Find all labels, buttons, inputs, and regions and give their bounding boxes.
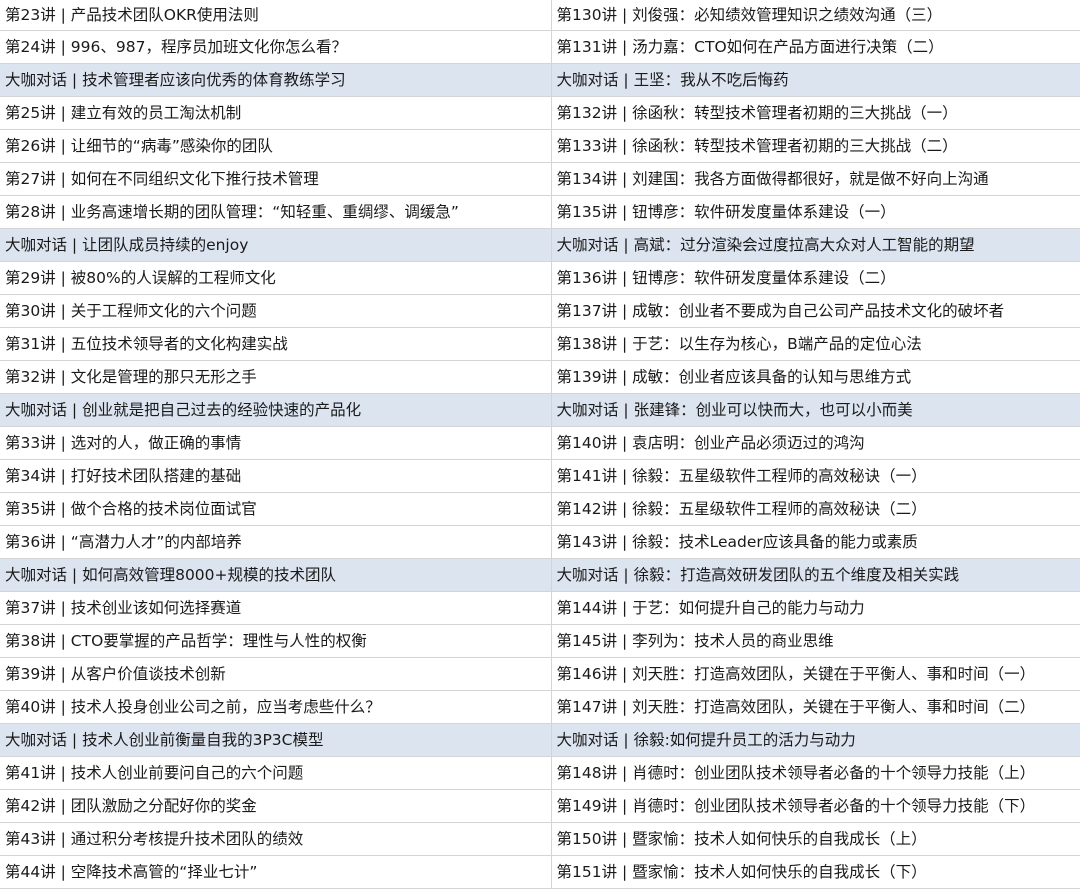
table-row: 第32讲 | 文化是管理的那只无形之手 第139讲 | 成敏：创业者应该具备的认知… bbox=[0, 360, 1080, 394]
lecture-title-right: 第143讲 | 徐毅：技术Leader应该具备的能力或素质 bbox=[551, 525, 1080, 559]
lecture-title-right: 第136讲 | 钮博彦：软件研发度量体系建设（二） bbox=[551, 261, 1080, 295]
lecture-title-right: 第131讲 | 汤力嘉：CTO如何在产品方面进行决策（二） bbox=[551, 30, 1080, 64]
lecture-title-right: 第141讲 | 徐毅：五星级软件工程师的高效秘诀（一） bbox=[551, 459, 1080, 493]
table-row: 第26讲 | 让细节的“病毒”感染你的团队 第133讲 | 徐函秋：转型技术管理者… bbox=[0, 129, 1080, 163]
lecture-title-left: 第36讲 | “高潜力人才”的内部培养 bbox=[0, 525, 552, 559]
table-row: 第30讲 | 关于工程师文化的六个问题 第137讲 | 成敏：创业者不要成为自己公… bbox=[0, 294, 1080, 328]
table-row: 第43讲 | 通过积分考核提升技术团队的绩效 第150讲 | 暨家愉：技术人如何快… bbox=[0, 822, 1080, 856]
lecture-title-left: 第30讲 | 关于工程师文化的六个问题 bbox=[0, 294, 552, 328]
lecture-title-right: 第151讲 | 暨家愉：技术人如何快乐的自我成长（下） bbox=[551, 855, 1080, 889]
lecture-title-left: 大咖对话 | 技术管理者应该向优秀的体育教练学习 bbox=[0, 63, 552, 97]
lecture-title-right: 第149讲 | 肖德时：创业团队技术领导者必备的十个领导力技能（下） bbox=[551, 789, 1080, 823]
lecture-title-right: 第132讲 | 徐函秋：转型技术管理者初期的三大挑战（一） bbox=[551, 96, 1080, 130]
lecture-title-left: 第29讲 | 被80%的人误解的工程师文化 bbox=[0, 261, 552, 295]
lecture-title-left: 第34讲 | 打好技术团队搭建的基础 bbox=[0, 459, 552, 493]
table-row-featured: 大咖对话 | 技术管理者应该向优秀的体育教练学习 大咖对话 | 王坚：我从不吃后悔… bbox=[0, 63, 1080, 97]
lecture-title-right: 第139讲 | 成敏：创业者应该具备的认知与思维方式 bbox=[551, 360, 1080, 394]
lecture-title-right: 第147讲 | 刘天胜：打造高效团队，关键在于平衡人、事和时间（二） bbox=[551, 690, 1080, 724]
lecture-title-right: 大咖对话 | 张建锋：创业可以快而大，也可以小而美 bbox=[551, 393, 1080, 427]
lecture-title-left: 第41讲 | 技术人创业前要问自己的六个问题 bbox=[0, 756, 552, 790]
lecture-title-left: 第27讲 | 如何在不同组织文化下推行技术管理 bbox=[0, 162, 552, 196]
table-row: 第40讲 | 技术人投身创业公司之前，应当考虑些什么？ 第147讲 | 刘天胜：打… bbox=[0, 690, 1080, 724]
table-row: 第31讲 | 五位技术领导者的文化构建实战 第138讲 | 于艺：以生存为核心，B… bbox=[0, 327, 1080, 361]
table-row: 第28讲 | 业务高速增长期的团队管理：“知轻重、重绸缪、调缓急” 第135讲 |… bbox=[0, 195, 1080, 229]
lecture-title-left: 第39讲 | 从客户价值谈技术创新 bbox=[0, 657, 552, 691]
table-body: 第23讲 | 产品技术团队OKR使用法则 第130讲 | 刘俊强：必知绩效管理知识… bbox=[0, 0, 1080, 889]
lecture-title-right: 第130讲 | 刘俊强：必知绩效管理知识之绩效沟通（三） bbox=[551, 0, 1080, 31]
lecture-title-left: 第33讲 | 选对的人，做正确的事情 bbox=[0, 426, 552, 460]
lecture-title-left: 第25讲 | 建立有效的员工淘汰机制 bbox=[0, 96, 552, 130]
lecture-title-right: 第140讲 | 袁店明：创业产品必须迈过的鸿沟 bbox=[551, 426, 1080, 460]
lecture-title-right: 第137讲 | 成敏：创业者不要成为自己公司产品技术文化的破坏者 bbox=[551, 294, 1080, 328]
table-row: 第24讲 | 996、987，程序员加班文化你怎么看？ 第131讲 | 汤力嘉：C… bbox=[0, 30, 1080, 64]
lecture-title-left: 第44讲 | 空降技术高管的“择业七计” bbox=[0, 855, 552, 889]
table-row: 第35讲 | 做个合格的技术岗位面试官 第142讲 | 徐毅：五星级软件工程师的高… bbox=[0, 492, 1080, 526]
table-row: 第34讲 | 打好技术团队搭建的基础 第141讲 | 徐毅：五星级软件工程师的高效… bbox=[0, 459, 1080, 493]
table-row: 第41讲 | 技术人创业前要问自己的六个问题 第148讲 | 肖德时：创业团队技术… bbox=[0, 756, 1080, 790]
lecture-title-left: 第26讲 | 让细节的“病毒”感染你的团队 bbox=[0, 129, 552, 163]
table-row-featured: 大咖对话 | 创业就是把自己过去的经验快速的产品化 大咖对话 | 张建锋：创业可以… bbox=[0, 393, 1080, 427]
lecture-title-left: 第28讲 | 业务高速增长期的团队管理：“知轻重、重绸缪、调缓急” bbox=[0, 195, 552, 229]
lecture-title-left: 第24讲 | 996、987，程序员加班文化你怎么看？ bbox=[0, 30, 552, 64]
table-row: 第36讲 | “高潜力人才”的内部培养 第143讲 | 徐毅：技术Leader应该… bbox=[0, 525, 1080, 559]
lecture-title-right: 第144讲 | 于艺：如何提升自己的能力与动力 bbox=[551, 591, 1080, 625]
table-row: 第38讲 | CTO要掌握的产品哲学：理性与人性的权衡 第145讲 | 李列为：技… bbox=[0, 624, 1080, 658]
lecture-title-left: 第43讲 | 通过积分考核提升技术团队的绩效 bbox=[0, 822, 552, 856]
lecture-title-right: 第146讲 | 刘天胜：打造高效团队，关键在于平衡人、事和时间（一） bbox=[551, 657, 1080, 691]
lecture-title-right: 第135讲 | 钮博彦：软件研发度量体系建设（一） bbox=[551, 195, 1080, 229]
lecture-title-left: 第31讲 | 五位技术领导者的文化构建实战 bbox=[0, 327, 552, 361]
lecture-title-right: 第145讲 | 李列为：技术人员的商业思维 bbox=[551, 624, 1080, 658]
lecture-title-right: 大咖对话 | 高斌：过分渲染会过度拉高大众对人工智能的期望 bbox=[551, 228, 1080, 262]
table-row: 第33讲 | 选对的人，做正确的事情 第140讲 | 袁店明：创业产品必须迈过的鸿… bbox=[0, 426, 1080, 460]
lecture-title-left: 第23讲 | 产品技术团队OKR使用法则 bbox=[0, 0, 552, 31]
lecture-title-left: 大咖对话 | 技术人创业前衡量自我的3P3C模型 bbox=[0, 723, 552, 757]
lecture-title-left: 第32讲 | 文化是管理的那只无形之手 bbox=[0, 360, 552, 394]
lecture-title-right: 第134讲 | 刘建国：我各方面做得都很好，就是做不好向上沟通 bbox=[551, 162, 1080, 196]
lecture-title-right: 第142讲 | 徐毅：五星级软件工程师的高效秘诀（二） bbox=[551, 492, 1080, 526]
lecture-title-right: 第150讲 | 暨家愉：技术人如何快乐的自我成长（上） bbox=[551, 822, 1080, 856]
table-row: 第25讲 | 建立有效的员工淘汰机制 第132讲 | 徐函秋：转型技术管理者初期的… bbox=[0, 96, 1080, 130]
lecture-title-right: 第133讲 | 徐函秋：转型技术管理者初期的三大挑战（二） bbox=[551, 129, 1080, 163]
lecture-title-left: 大咖对话 | 如何高效管理8000+规模的技术团队 bbox=[0, 558, 552, 592]
lecture-title-left: 第37讲 | 技术创业该如何选择赛道 bbox=[0, 591, 552, 625]
lecture-title-right: 大咖对话 | 王坚：我从不吃后悔药 bbox=[551, 63, 1080, 97]
course-catalog-table: 第23讲 | 产品技术团队OKR使用法则 第130讲 | 刘俊强：必知绩效管理知识… bbox=[0, 0, 1080, 889]
lecture-title-left: 第42讲 | 团队激励之分配好你的奖金 bbox=[0, 789, 552, 823]
table-row-featured: 大咖对话 | 如何高效管理8000+规模的技术团队 大咖对话 | 徐毅：打造高效研… bbox=[0, 558, 1080, 592]
table-row: 第23讲 | 产品技术团队OKR使用法则 第130讲 | 刘俊强：必知绩效管理知识… bbox=[0, 0, 1080, 31]
lecture-title-left: 第35讲 | 做个合格的技术岗位面试官 bbox=[0, 492, 552, 526]
table-row-featured: 大咖对话 | 让团队成员持续的enjoy 大咖对话 | 高斌：过分渲染会过度拉高大… bbox=[0, 228, 1080, 262]
table-row: 第27讲 | 如何在不同组织文化下推行技术管理 第134讲 | 刘建国：我各方面做… bbox=[0, 162, 1080, 196]
lecture-title-right: 第138讲 | 于艺：以生存为核心，B端产品的定位心法 bbox=[551, 327, 1080, 361]
table-row: 第29讲 | 被80%的人误解的工程师文化 第136讲 | 钮博彦：软件研发度量体… bbox=[0, 261, 1080, 295]
table-row: 第39讲 | 从客户价值谈技术创新 第146讲 | 刘天胜：打造高效团队，关键在于… bbox=[0, 657, 1080, 691]
table-row: 第42讲 | 团队激励之分配好你的奖金 第149讲 | 肖德时：创业团队技术领导者… bbox=[0, 789, 1080, 823]
lecture-title-left: 第40讲 | 技术人投身创业公司之前，应当考虑些什么？ bbox=[0, 690, 552, 724]
lecture-title-right: 大咖对话 | 徐毅：打造高效研发团队的五个维度及相关实践 bbox=[551, 558, 1080, 592]
lecture-title-left: 第38讲 | CTO要掌握的产品哲学：理性与人性的权衡 bbox=[0, 624, 552, 658]
table-row: 第37讲 | 技术创业该如何选择赛道 第144讲 | 于艺：如何提升自己的能力与动… bbox=[0, 591, 1080, 625]
lecture-title-right: 第148讲 | 肖德时：创业团队技术领导者必备的十个领导力技能（上） bbox=[551, 756, 1080, 790]
table-row-featured: 大咖对话 | 技术人创业前衡量自我的3P3C模型 大咖对话 | 徐毅:如何提升员工… bbox=[0, 723, 1080, 757]
lecture-title-right: 大咖对话 | 徐毅:如何提升员工的活力与动力 bbox=[551, 723, 1080, 757]
lecture-title-left: 大咖对话 | 让团队成员持续的enjoy bbox=[0, 228, 552, 262]
table-row: 第44讲 | 空降技术高管的“择业七计” 第151讲 | 暨家愉：技术人如何快乐的… bbox=[0, 855, 1080, 889]
lecture-title-left: 大咖对话 | 创业就是把自己过去的经验快速的产品化 bbox=[0, 393, 552, 427]
